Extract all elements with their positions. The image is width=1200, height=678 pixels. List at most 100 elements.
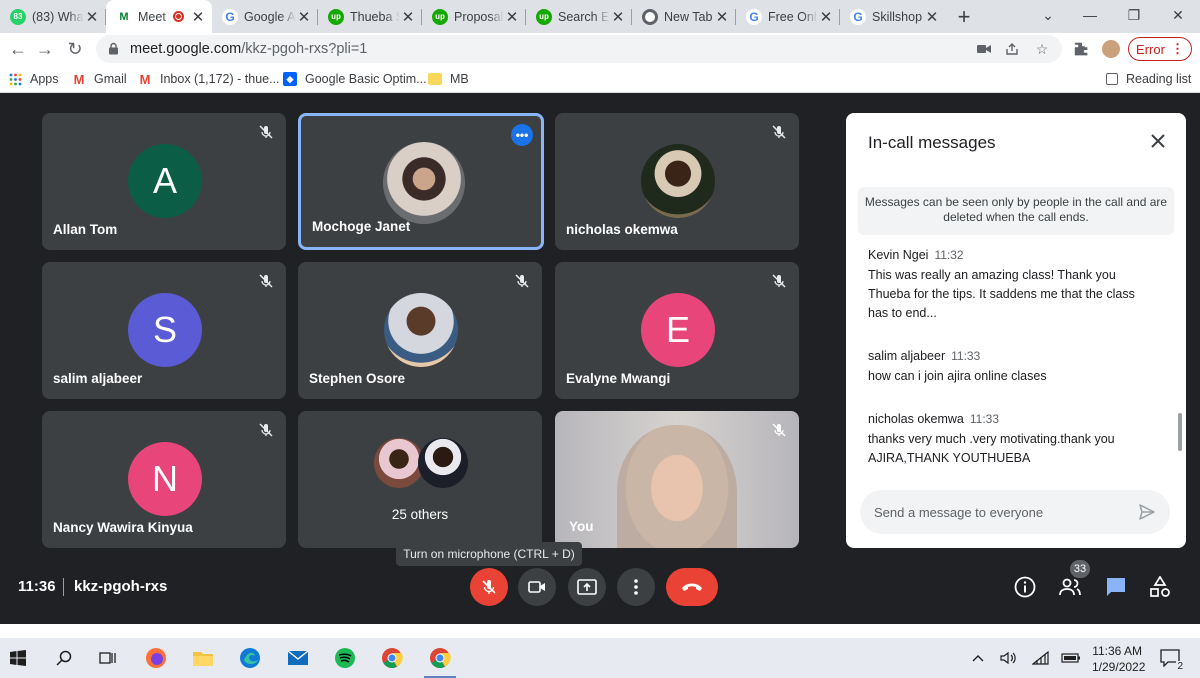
meeting-details-button[interactable] (1012, 574, 1038, 600)
spotify-icon[interactable] (333, 646, 357, 670)
close-icon[interactable]: ✕ (924, 8, 940, 26)
tab-upwork-search[interactable]: up Search Ex ✕ (526, 0, 632, 33)
tab-whatsapp[interactable]: 83 (83) WhatsApp ✕ (0, 0, 106, 33)
participant-tile[interactable]: A Allan Tom (42, 113, 286, 250)
tab-skillshop[interactable]: G Skillshop ✕ (840, 0, 946, 33)
reading-list-button[interactable]: Reading list (1106, 71, 1191, 87)
more-options-icon[interactable]: ••• (511, 124, 533, 146)
chat-input-box[interactable] (860, 490, 1170, 534)
self-view-tile[interactable]: You (555, 411, 799, 548)
present-screen-icon (577, 579, 597, 595)
camera-icon[interactable] (974, 40, 994, 58)
camera-toggle-button[interactable] (518, 568, 556, 606)
activities-button[interactable] (1147, 574, 1173, 600)
battery-icon[interactable] (1060, 646, 1082, 670)
tab-meet[interactable]: M Meet ✕ (106, 0, 212, 33)
share-icon[interactable] (1002, 40, 1022, 58)
close-icon[interactable]: ✕ (190, 8, 206, 26)
avatar (374, 438, 424, 488)
mail-icon[interactable] (286, 646, 310, 670)
tab-title: Thueba Sk (350, 9, 400, 24)
notifications-icon[interactable]: 2 (1158, 646, 1184, 672)
participant-tile-others[interactable]: 25 others (298, 411, 542, 548)
firefox-icon[interactable] (144, 646, 168, 670)
bookmark-mb[interactable]: MB (428, 71, 469, 87)
google-icon: G (746, 8, 762, 25)
search-icon[interactable] (52, 646, 76, 670)
new-tab-button[interactable]: + (946, 0, 982, 33)
bookmark-gmail[interactable]: M Gmail (72, 71, 127, 87)
restore-icon[interactable]: ❐ (1112, 0, 1156, 30)
chat-scrollbar[interactable] (1178, 413, 1182, 451)
page-bottom-strip (0, 624, 1200, 638)
chat-message: nicholas okemwa 11:33 thanks very much .v… (868, 410, 1158, 468)
participant-tile[interactable]: Stephen Osore (298, 262, 542, 399)
participant-tile[interactable]: nicholas okemwa (555, 113, 799, 250)
participant-name: You (569, 519, 594, 534)
system-clock[interactable]: 11:36 AM 1/29/2022 (1092, 643, 1145, 675)
close-icon[interactable]: ✕ (714, 8, 730, 26)
participant-tile[interactable]: ••• Mochoge Janet (298, 113, 544, 250)
bookmark-google-basic[interactable]: ◆ Google Basic Optim... (283, 71, 427, 87)
close-icon[interactable]: ✕ (84, 8, 100, 26)
bookmark-apps[interactable]: Apps (8, 71, 59, 87)
leave-call-button[interactable] (666, 568, 718, 606)
forward-icon[interactable]: → (32, 37, 58, 61)
mic-toggle-button[interactable] (470, 568, 508, 606)
participant-tile[interactable]: E Evalyne Mwangi (555, 262, 799, 399)
gmail-icon: M (73, 71, 85, 87)
video-camera-icon (528, 581, 545, 593)
close-icon[interactable]: ✕ (818, 8, 834, 26)
close-icon[interactable]: ✕ (504, 8, 520, 26)
more-options-button[interactable] (617, 568, 655, 606)
reload-icon[interactable]: ↻ (62, 37, 88, 61)
mic-off-icon (772, 274, 786, 288)
minimize-icon[interactable]: — (1068, 0, 1112, 30)
mic-off-icon (515, 274, 529, 288)
chrome-icon[interactable] (380, 646, 404, 670)
error-button[interactable]: Error ⋮ (1128, 37, 1192, 61)
tab-search-icon[interactable]: ⌄ (1026, 0, 1070, 30)
close-icon[interactable]: ✕ (400, 8, 416, 26)
star-icon[interactable]: ☆ (1032, 40, 1052, 58)
chat-message-input[interactable] (874, 502, 1124, 522)
tab-new-tab[interactable]: New Tab ✕ (632, 0, 736, 33)
bookmark-inbox[interactable]: M Inbox (1,172) - thue... (138, 71, 280, 87)
lock-icon[interactable] (108, 42, 122, 56)
extensions-icon[interactable] (1070, 39, 1092, 59)
participant-count-badge: 33 (1070, 560, 1090, 578)
close-icon[interactable] (1148, 131, 1168, 151)
notification-count: 2 (1176, 661, 1184, 672)
present-button[interactable] (568, 568, 606, 606)
send-icon[interactable] (1138, 503, 1156, 521)
file-explorer-icon[interactable] (191, 646, 215, 670)
tab-upwork-thueba[interactable]: up Thueba Sk ✕ (318, 0, 422, 33)
task-view-icon[interactable] (96, 646, 120, 670)
tab-upwork-proposals[interactable]: up Proposals ✕ (422, 0, 526, 33)
reading-list-label: Reading list (1126, 72, 1192, 86)
windows-taskbar: 11:36 AM 1/29/2022 2 (0, 638, 1200, 678)
chat-button[interactable] (1103, 574, 1129, 600)
bookmarks-bar: Apps M Gmail M Inbox (1,172) - thue... ◆… (0, 65, 1200, 93)
profile-avatar-icon[interactable] (1102, 40, 1120, 58)
chevron-up-icon[interactable] (968, 646, 988, 670)
close-icon[interactable]: ✕ (296, 8, 312, 26)
back-icon[interactable]: ← (5, 37, 31, 61)
chrome-active-icon[interactable] (424, 646, 456, 678)
tab-free-online[interactable]: G Free Onli ✕ (736, 0, 840, 33)
windows-start-icon[interactable] (6, 646, 30, 670)
wifi-icon[interactable] (1030, 646, 1052, 670)
window-close-icon[interactable]: ✕ (1156, 0, 1200, 30)
tab-google-ads[interactable]: G Google Ads ✕ (212, 0, 318, 33)
participant-tile[interactable]: S salim aljabeer (42, 262, 286, 399)
address-bar[interactable]: meet.google.com/kkz-pgoh-rxs?pli=1 ☆ (96, 35, 1062, 63)
bookmark-label: Inbox (1,172) - thue... (160, 72, 280, 86)
participant-tile[interactable]: N Nancy Wawira Kinyua (42, 411, 286, 548)
edge-icon[interactable] (238, 646, 262, 670)
tab-title: Proposals (454, 9, 504, 24)
message-sender: salim aljabeer (868, 349, 946, 363)
volume-icon[interactable] (998, 646, 1020, 670)
meeting-code: kkz-pgoh-rxs (74, 578, 168, 595)
close-icon[interactable]: ✕ (610, 8, 626, 26)
dropbox-icon: ◆ (283, 72, 297, 86)
